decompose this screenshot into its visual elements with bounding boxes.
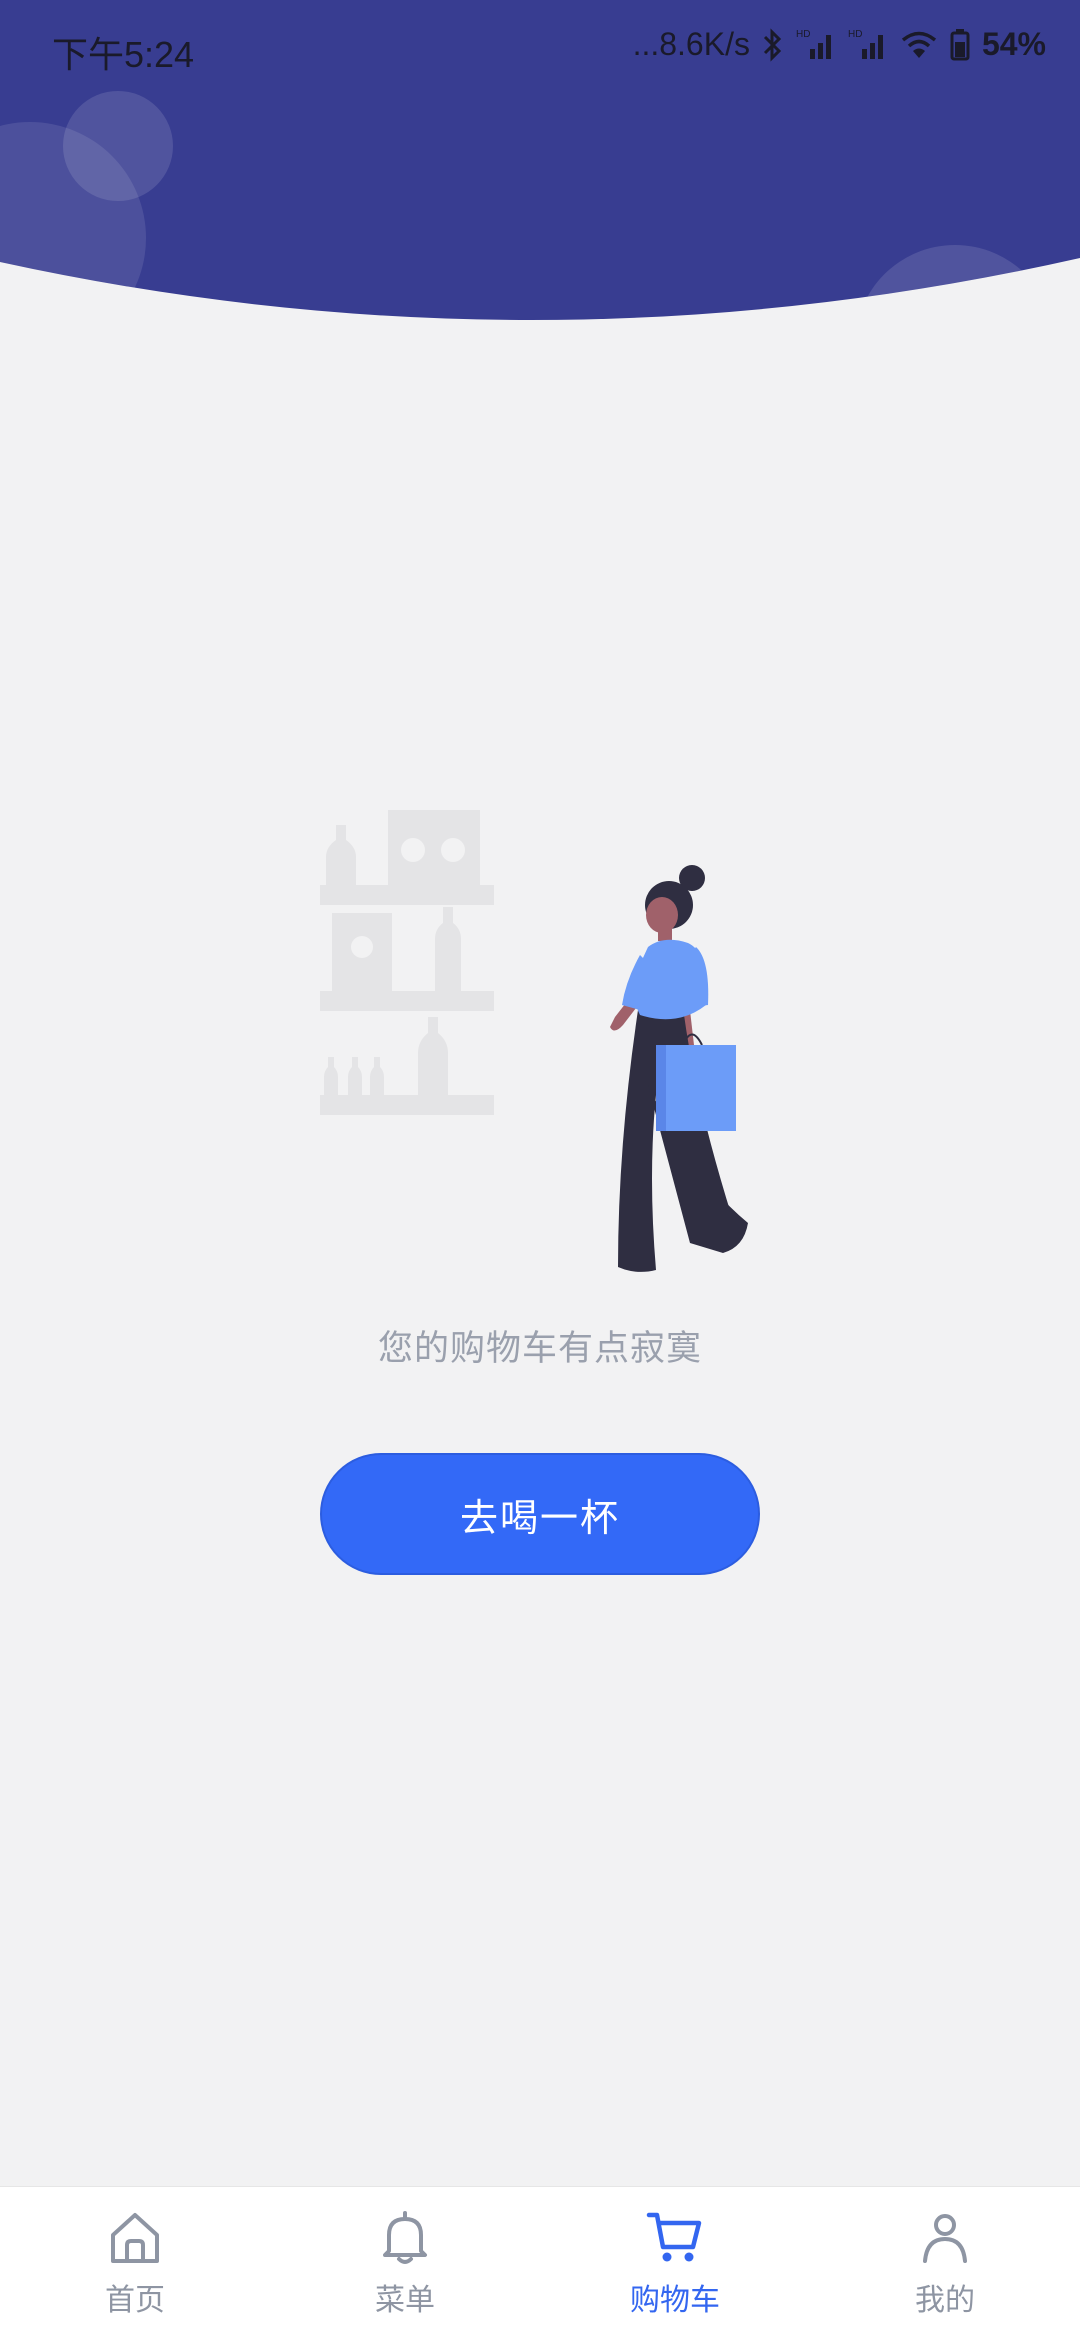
user-icon <box>923 2214 967 2263</box>
signal-hd-icon: HD <box>796 29 831 59</box>
signal-hd-icon: HD <box>848 29 883 59</box>
empty-cart-message: 您的购物车有点寂寞 <box>377 1329 702 1369</box>
tab-cart[interactable]: 购物车 <box>540 2187 810 2341</box>
battery-icon <box>950 28 970 60</box>
status-bar: 下午5:24 ...8.6K/s HD HD 54% <box>0 0 1080 100</box>
tab-home[interactable]: 首页 <box>0 2187 270 2341</box>
tab-label: 购物车 <box>630 2283 720 2318</box>
bottom-tab-bar: 首页 菜单 购物车 我的 <box>0 2186 1080 2341</box>
tab-label: 首页 <box>105 2283 165 2318</box>
svg-text:HD: HD <box>848 29 862 40</box>
bluetooth-icon <box>763 27 782 62</box>
home-icon <box>111 2213 159 2263</box>
tab-menu[interactable]: 菜单 <box>270 2187 540 2341</box>
tab-label: 菜单 <box>375 2283 435 2318</box>
network-speed: ...8.6K/s <box>632 26 750 62</box>
bell-icon <box>383 2211 427 2264</box>
tab-profile[interactable]: 我的 <box>810 2187 1080 2341</box>
battery-percent: 54% <box>981 26 1046 62</box>
go-drink-button[interactable]: 去喝一杯 <box>320 1453 760 1575</box>
svg-text:HD: HD <box>796 29 810 40</box>
tab-label: 我的 <box>915 2283 975 2318</box>
cart-icon <box>646 2212 702 2262</box>
status-time: 下午5:24 <box>52 34 195 75</box>
shelf-graphic <box>320 810 494 1115</box>
wifi-icon <box>901 31 937 58</box>
woman-shopping-illustration <box>320 810 748 1272</box>
status-icons: ...8.6K/s HD HD 54% <box>633 26 1046 63</box>
woman-figure <box>610 865 748 1272</box>
